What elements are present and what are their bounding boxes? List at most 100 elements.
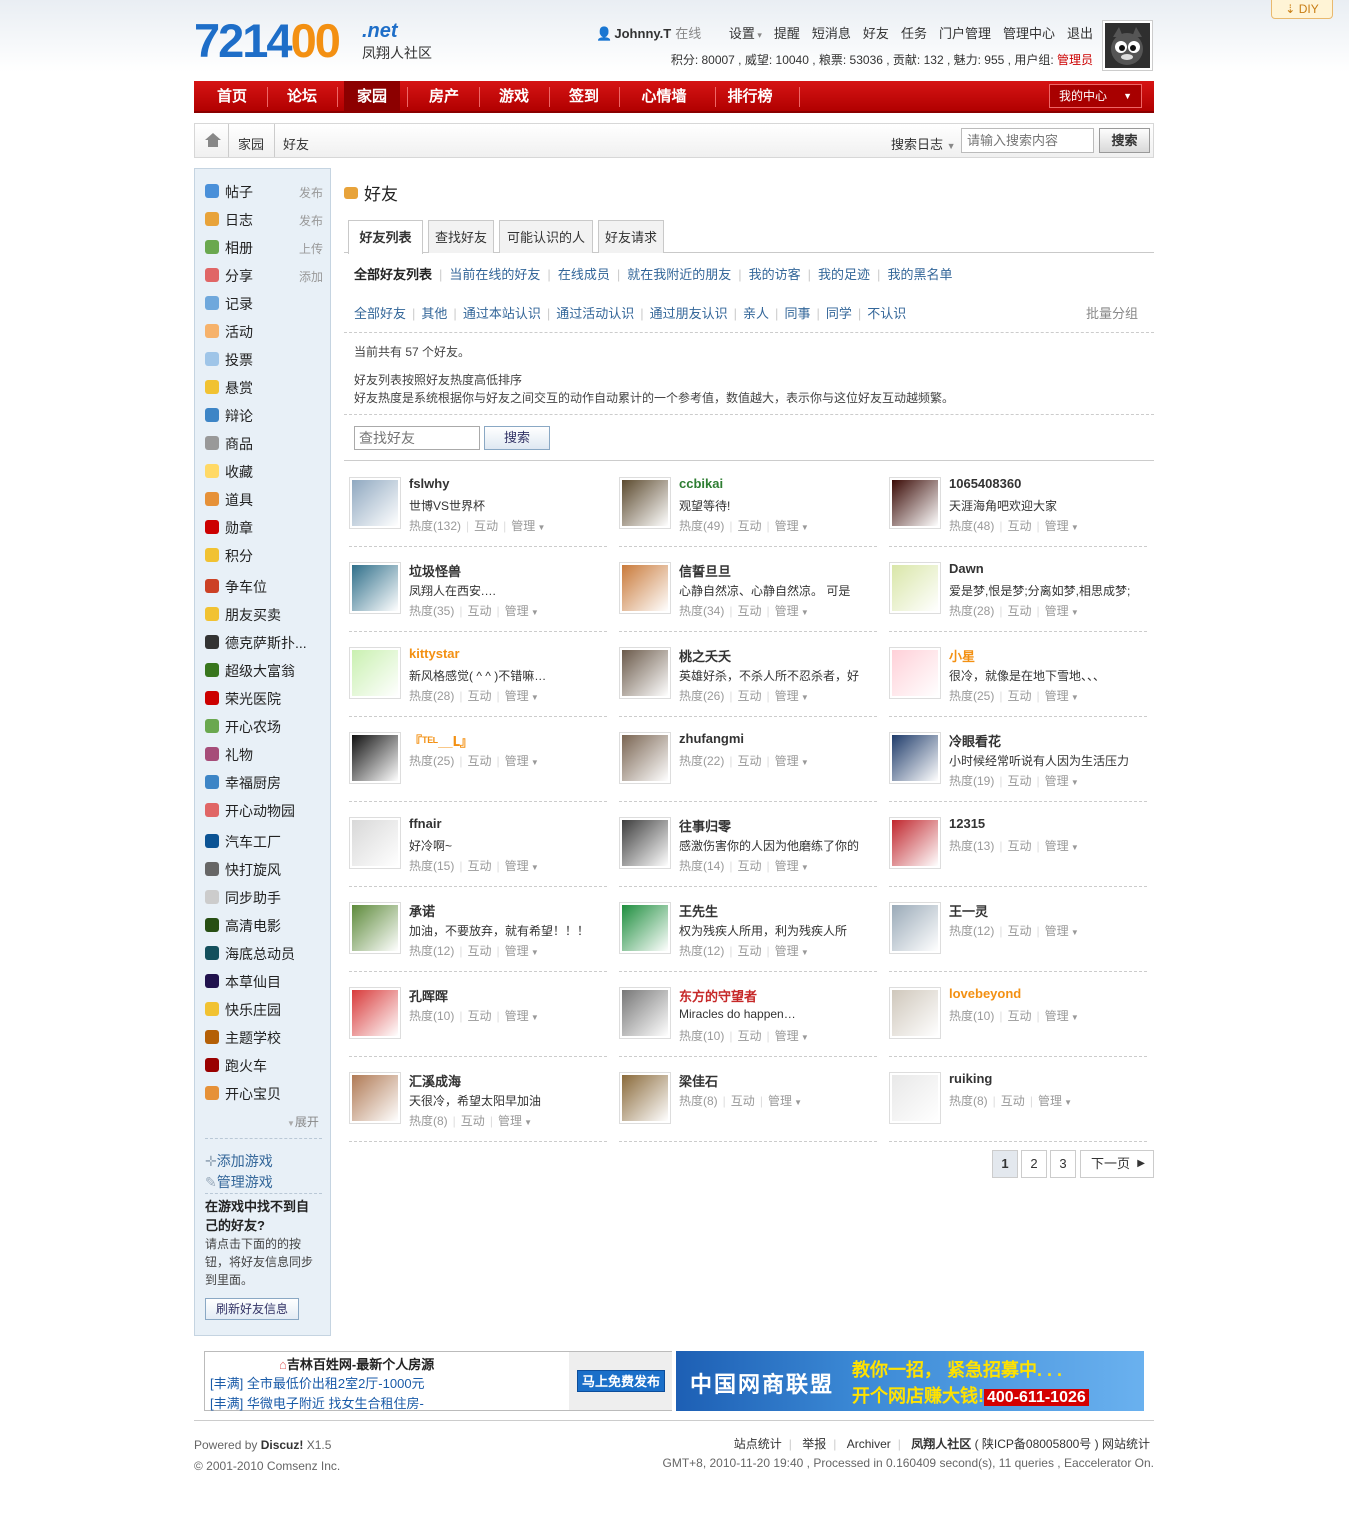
sidebar-game-1[interactable]: 朋友买卖 — [205, 604, 323, 626]
friend-name[interactable]: 东方的守望者 — [679, 986, 757, 1005]
add-game-link[interactable]: ✛添加游戏 — [205, 1151, 273, 1171]
manage-dropdown[interactable]: 管理 ▼ — [775, 944, 809, 958]
friend-avatar[interactable] — [889, 817, 941, 869]
manage-dropdown[interactable]: 管理 ▼ — [775, 859, 809, 873]
search-button[interactable]: 搜索 — [1099, 128, 1150, 153]
friend-name[interactable]: Dawn — [949, 561, 984, 576]
page-3[interactable]: 3 — [1050, 1150, 1076, 1178]
sidebar-game-9[interactable]: 汽车工厂 — [205, 831, 323, 853]
ad-banner[interactable]: 中国网商联盟 教你一招， 紧急招募中. . . 开个网店赚大钱! 400-611-… — [676, 1351, 1144, 1411]
friend-avatar[interactable] — [349, 817, 401, 869]
friend-avatar[interactable] — [619, 562, 671, 614]
manage-dropdown[interactable]: 管理 ▼ — [1045, 689, 1079, 703]
interact-link[interactable]: 互动 — [1007, 519, 1031, 533]
friend-name[interactable]: 垃圾怪兽 — [409, 561, 461, 580]
friend-avatar[interactable] — [619, 1072, 671, 1124]
friend-name[interactable]: 桃之夭夭 — [679, 646, 731, 665]
interact-link[interactable]: 互动 — [1007, 604, 1031, 618]
nav-item-0[interactable]: 首页 — [204, 81, 260, 113]
nav-item-3[interactable]: 房产 — [416, 81, 472, 113]
search-type-select[interactable]: 搜索日志 ▼ — [891, 134, 956, 153]
friend-avatar[interactable] — [889, 477, 941, 529]
interact-link[interactable]: 互动 — [467, 604, 491, 618]
interact-link[interactable]: 互动 — [737, 754, 761, 768]
sidebar-game-4[interactable]: 荣光医院 — [205, 688, 323, 710]
manage-dropdown[interactable]: 管理 ▼ — [1045, 924, 1079, 938]
friend-avatar[interactable] — [349, 647, 401, 699]
sidebar-item-1[interactable]: 日志 发布 — [205, 209, 323, 231]
sidebar-item-13[interactable]: 积分 — [205, 545, 323, 567]
manage-dropdown[interactable]: 管理 ▼ — [1045, 839, 1079, 853]
footer-icp[interactable]: ( 陕ICP备08005800号 ) — [975, 1437, 1099, 1451]
interact-link[interactable]: 互动 — [1007, 689, 1031, 703]
friend-name[interactable]: 『ᵀᴱᴸ__Լ』 — [409, 731, 473, 750]
friend-avatar[interactable] — [349, 732, 401, 784]
app-action-link[interactable]: 添加 — [299, 268, 323, 285]
sidebar-game-7[interactable]: 幸福厨房 — [205, 772, 323, 794]
sidebar-game-13[interactable]: 海底总动员 — [205, 943, 323, 965]
sub2-link-0[interactable]: 全部好友 — [354, 306, 406, 321]
sidebar-game-15[interactable]: 快乐庄园 — [205, 999, 323, 1021]
site-logo[interactable]: 721400 .net 凤翔人社区 — [194, 17, 432, 64]
sub2-link-6[interactable]: 同事 — [784, 306, 810, 321]
interact-link[interactable]: 互动 — [461, 1114, 485, 1128]
friend-avatar[interactable] — [889, 902, 941, 954]
friend-name[interactable]: 承诺 — [409, 901, 435, 920]
user-link-6[interactable]: 管理中心 — [1003, 26, 1055, 41]
sidebar-item-0[interactable]: 帖子 发布 — [205, 181, 323, 203]
search-input[interactable] — [961, 128, 1094, 153]
discuz-link[interactable]: Discuz! — [261, 1438, 304, 1452]
sidebar-item-11[interactable]: 道具 — [205, 489, 323, 511]
manage-dropdown[interactable]: 管理 ▼ — [505, 689, 539, 703]
tab-1[interactable]: 查找好友 — [428, 220, 494, 253]
friend-name[interactable]: 王一灵 — [949, 901, 988, 920]
user-link-0[interactable]: 设置 — [729, 26, 755, 41]
sub1-link-3[interactable]: 就在我附近的朋友 — [627, 267, 731, 282]
friend-avatar[interactable] — [889, 647, 941, 699]
friend-name[interactable]: lovebeyond — [949, 986, 1021, 1001]
sidebar-item-10[interactable]: 收藏 — [205, 461, 323, 483]
friend-name[interactable]: ccbikai — [679, 476, 723, 491]
username-link[interactable]: Johnny.T — [614, 26, 671, 41]
friend-name[interactable]: 1065408360 — [949, 476, 1021, 491]
interact-link[interactable]: 互动 — [1007, 839, 1031, 853]
manage-dropdown[interactable]: 管理 ▼ — [768, 1094, 802, 1108]
sidebar-game-6[interactable]: 礼物 — [205, 744, 323, 766]
refresh-friends-button[interactable]: 刷新好友信息 — [205, 1298, 299, 1320]
diy-button[interactable]: ⇣ DIY — [1271, 0, 1333, 19]
interact-link[interactable]: 互动 — [737, 689, 761, 703]
interact-link[interactable]: 互动 — [1007, 1009, 1031, 1023]
app-action-link[interactable]: 上传 — [299, 240, 323, 257]
manage-dropdown[interactable]: 管理 ▼ — [775, 754, 809, 768]
manage-dropdown[interactable]: 管理 ▼ — [775, 604, 809, 618]
manage-dropdown[interactable]: 管理 ▼ — [505, 1009, 539, 1023]
ad-link[interactable]: [丰满] 全市最低价出租2室2厅-1000元 — [210, 1373, 425, 1392]
friend-name[interactable]: 信誓旦旦 — [679, 561, 731, 580]
manage-dropdown[interactable]: 管理 ▼ — [505, 754, 539, 768]
interact-link[interactable]: 互动 — [1007, 774, 1031, 788]
footer-site-name[interactable]: 凤翔人社区 — [911, 1437, 971, 1451]
user-link-7[interactable]: 退出 — [1067, 26, 1093, 41]
interact-link[interactable]: 互动 — [737, 519, 761, 533]
friend-name[interactable]: 汇溪成海 — [409, 1071, 461, 1090]
expand-toggle[interactable]: ▼展开 — [287, 1113, 319, 1130]
sub1-link-6[interactable]: 我的黑名单 — [887, 267, 952, 282]
interact-link[interactable]: 互动 — [467, 859, 491, 873]
friend-avatar[interactable] — [619, 647, 671, 699]
sub1-link-2[interactable]: 在线成员 — [558, 267, 610, 282]
interact-link[interactable]: 互动 — [467, 754, 491, 768]
friend-name[interactable]: 王先生 — [679, 901, 718, 920]
friend-name[interactable]: 孔晖晖 — [409, 986, 448, 1005]
sidebar-game-11[interactable]: 同步助手 — [205, 887, 323, 909]
interact-link[interactable]: 互动 — [467, 689, 491, 703]
page-1[interactable]: 1 — [992, 1150, 1018, 1178]
sidebar-item-4[interactable]: 记录 — [205, 293, 323, 315]
friend-name[interactable]: 12315 — [949, 816, 985, 831]
sidebar-item-5[interactable]: 活动 — [205, 321, 323, 343]
footer-link-stats[interactable]: 站点统计 — [734, 1437, 782, 1451]
user-link-4[interactable]: 任务 — [901, 26, 927, 41]
friend-name[interactable]: 小星 — [949, 646, 975, 665]
batch-group-link[interactable]: 批量分组 — [1086, 303, 1138, 322]
interact-link[interactable]: 互动 — [1001, 1094, 1025, 1108]
find-friend-input[interactable] — [354, 426, 480, 450]
